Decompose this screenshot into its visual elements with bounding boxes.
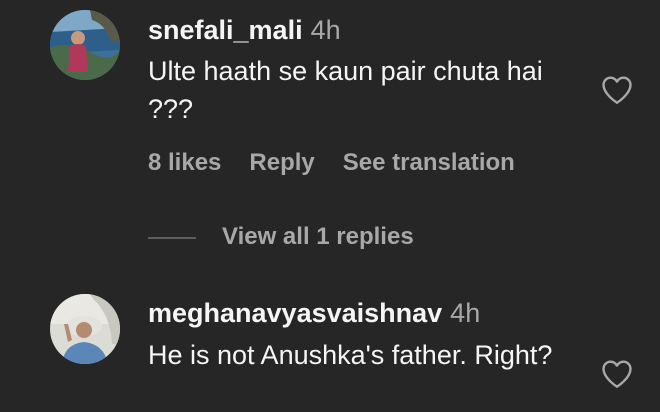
heart-icon[interactable]: [599, 356, 635, 392]
view-replies-button[interactable]: View all 1 replies: [148, 222, 414, 252]
avatar[interactable]: [50, 294, 120, 364]
reply-button[interactable]: Reply: [249, 148, 314, 178]
heart-icon[interactable]: [599, 72, 635, 108]
comment-header: snefali_mali 4h: [148, 14, 341, 46]
see-translation-button[interactable]: See translation: [343, 148, 515, 178]
comment-item: meghanavyasvaishnav 4h He is not Anushka'…: [0, 280, 660, 412]
comment-actions: 8 likes Reply See translation: [148, 148, 515, 178]
avatar[interactable]: [50, 10, 120, 80]
likes-count[interactable]: 8 likes: [148, 148, 221, 178]
comment-text: Ulte haath se kaun pair chuta hai ???: [148, 56, 543, 124]
comment-timestamp: 4h: [450, 298, 481, 328]
avatar-image: [50, 294, 120, 364]
comment-text: He is not Anushka's father. Right?: [148, 340, 553, 370]
view-replies-label: View all 1 replies: [222, 223, 414, 250]
avatar-image: [50, 10, 120, 80]
username[interactable]: meghanavyasvaishnav: [148, 298, 442, 328]
comment-timestamp: 4h: [310, 15, 341, 45]
comment-header: meghanavyasvaishnav 4h: [148, 297, 480, 329]
username[interactable]: snefali_mali: [148, 15, 303, 45]
replies-divider-line: [148, 236, 196, 239]
comment-item: snefali_mali 4h Ulte haath se kaun pair c…: [0, 0, 660, 270]
